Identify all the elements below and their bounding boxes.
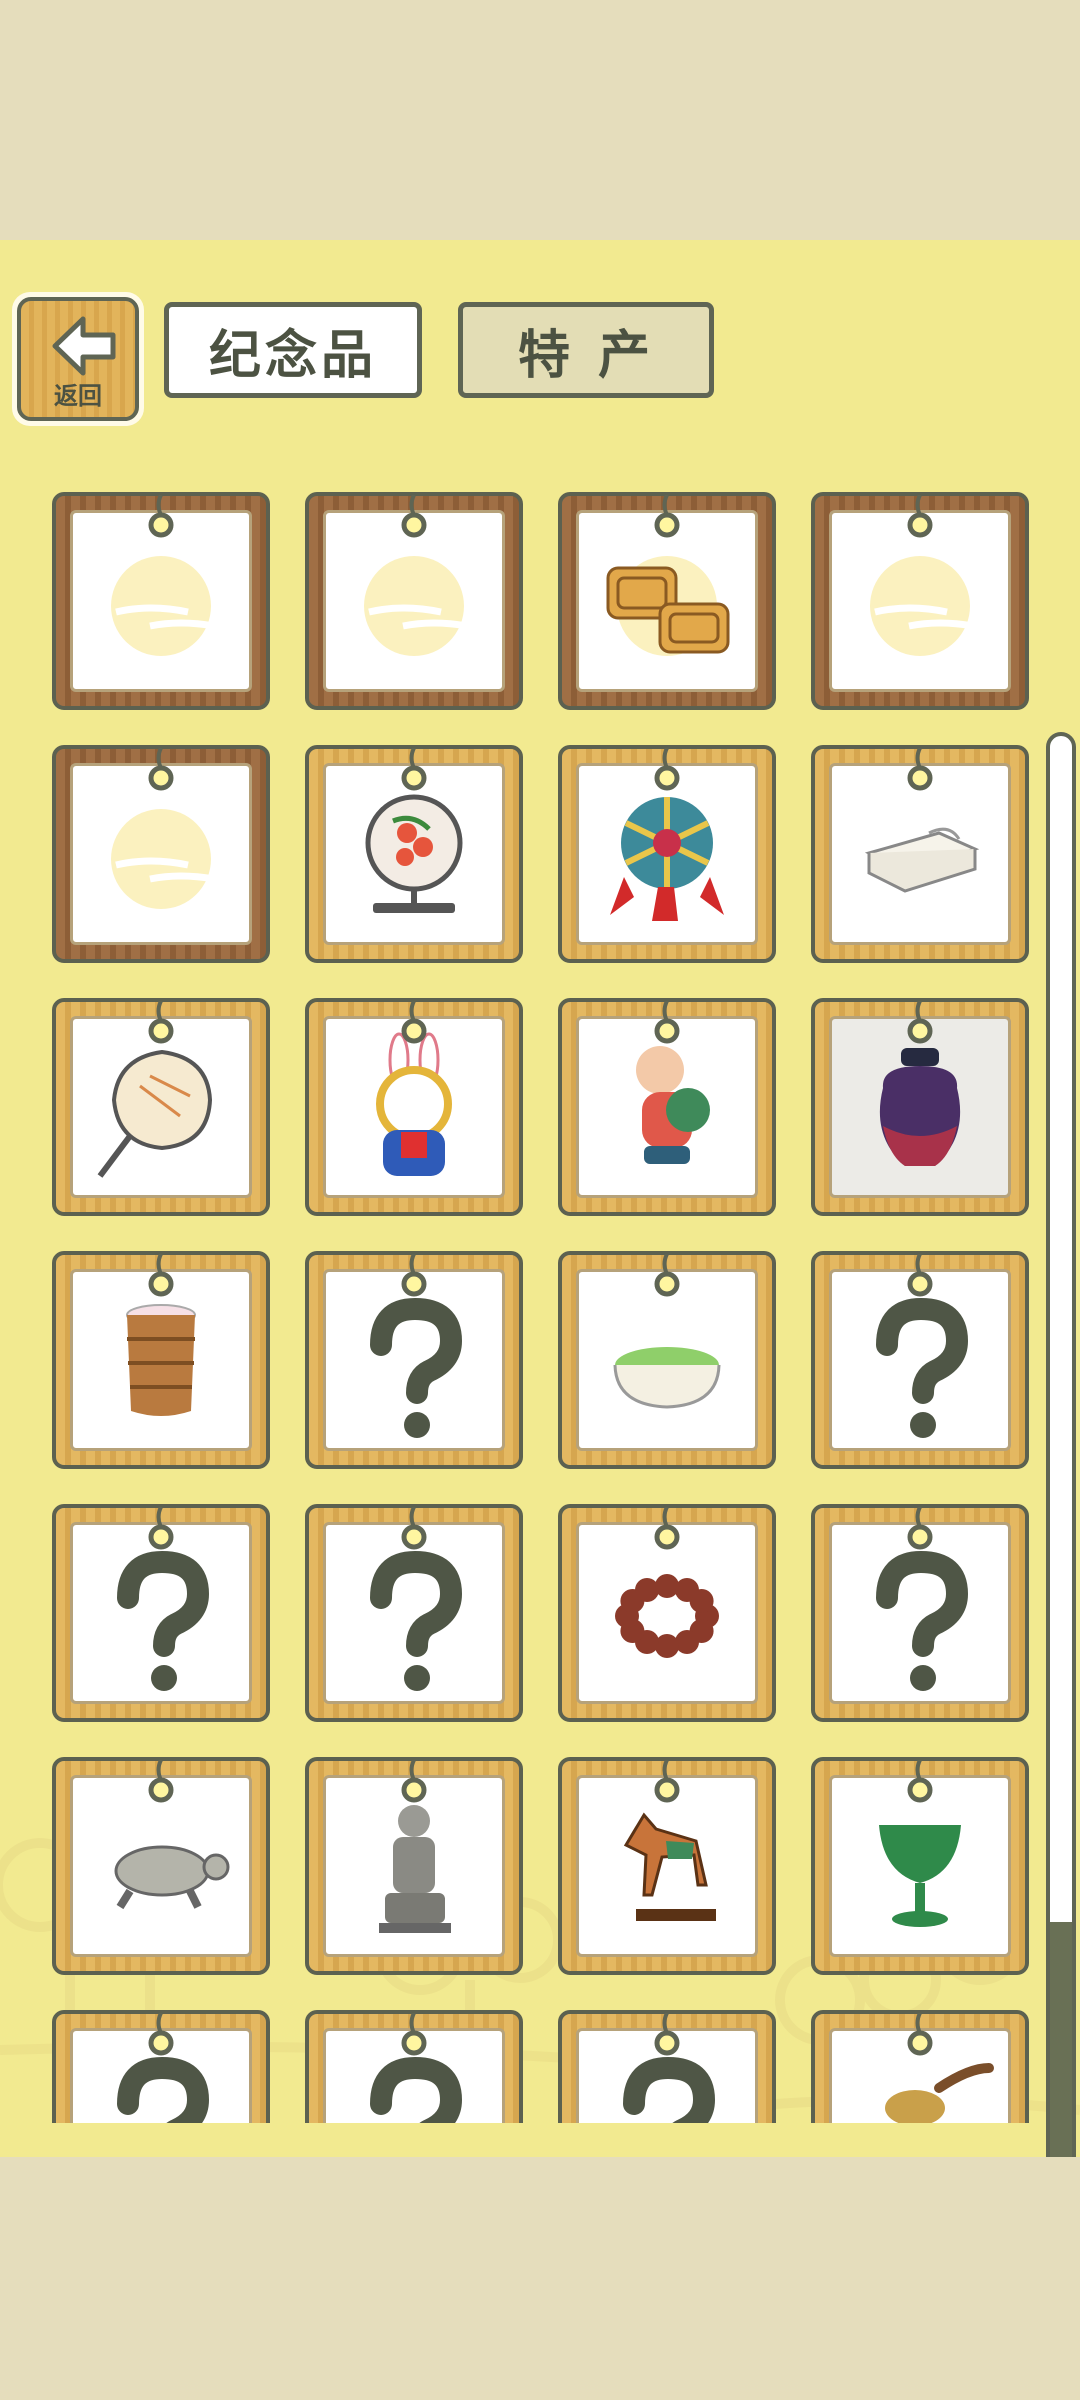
hanging-ring-icon [401,1507,427,1550]
moon-placeholder-icon [111,556,215,656]
item-card[interactable] [305,2010,523,2123]
prayer-beads-icon [615,1574,719,1658]
scrollbar[interactable] [1046,732,1076,2157]
tang-horse-icon [623,1812,716,1921]
item-card[interactable] [558,998,776,1216]
hanging-ring-icon [907,748,933,791]
hanging-ring-icon [654,1254,680,1297]
item-card[interactable] [52,2010,270,2123]
item-card[interactable] [305,1504,523,1722]
stone-turtle-icon [114,1845,230,1910]
hanging-ring-icon [148,1001,174,1044]
hanging-ring-icon [654,1001,680,1044]
mooncake-icon [606,556,730,656]
hanging-ring-icon [401,2013,427,2056]
scrollbar-thumb[interactable] [1050,1922,1072,2157]
jade-cup-icon [879,1825,961,1927]
hanging-ring-icon [907,2013,933,2056]
item-card[interactable] [558,1757,776,1975]
hanging-ring-icon [907,1254,933,1297]
hanging-ring-icon [401,495,427,538]
item-card[interactable] [305,492,523,710]
item-card[interactable] [52,1504,270,1722]
question-mark-icon [876,1297,969,1438]
hanging-ring-icon [654,495,680,538]
hanging-ring-icon [148,748,174,791]
hanging-ring-icon [907,495,933,538]
item-card[interactable] [558,492,776,710]
matcha-powder-icon [613,1347,721,1409]
item-card[interactable] [52,492,270,710]
item-card[interactable] [558,745,776,963]
item-card[interactable] [811,745,1029,963]
item-card[interactable] [811,1504,1029,1722]
item-card[interactable] [52,998,270,1216]
question-mark-icon [370,1297,463,1438]
moon-placeholder-icon [870,556,974,656]
hanging-ring-icon [401,1254,427,1297]
item-card[interactable] [305,1251,523,1469]
question-mark-icon [876,1550,969,1691]
moon-placeholder-icon [364,556,468,656]
item-card[interactable] [558,1504,776,1722]
item-card[interactable] [811,2010,1029,2123]
item-card[interactable] [558,1251,776,1469]
bamboo-cup-icon [126,1304,196,1416]
game-screen: 返回 纪念品 特产 [0,240,1080,2157]
terracotta-warrior-icon [379,1805,451,1933]
item-card[interactable] [811,492,1029,710]
question-mark-icon [370,1550,463,1691]
question-mark-icon [117,1550,210,1691]
moon-placeholder-icon [111,809,215,909]
embroidery-screen-icon [365,794,463,913]
hanging-ring-icon [401,748,427,791]
item-card[interactable] [52,745,270,963]
item-card[interactable] [811,998,1029,1216]
clay-doll-icon [636,1046,710,1164]
item-card[interactable] [305,1757,523,1975]
item-card[interactable] [52,1251,270,1469]
hanging-ring-icon [148,1507,174,1550]
item-grid [0,240,1060,2123]
hanging-ring-icon [148,2013,174,2056]
hanging-ring-icon [401,1760,427,1803]
item-card[interactable] [52,1757,270,1975]
item-card[interactable] [811,1251,1029,1469]
hanging-ring-icon [401,1001,427,1044]
hanging-ring-icon [148,1760,174,1803]
hanging-ring-icon [654,2013,680,2056]
item-card[interactable] [558,2010,776,2123]
hanging-ring-icon [148,1254,174,1297]
folded-cloth-icon [864,827,980,893]
round-fan-icon [97,1049,213,1178]
hanging-ring-icon [148,495,174,538]
hanging-ring-icon [907,1760,933,1803]
item-card[interactable] [305,998,523,1216]
glazed-jar-icon [879,1048,961,1166]
rabbit-figurine-icon [376,1032,452,1176]
embroidered-ball-icon [610,797,724,921]
hanging-ring-icon [654,1760,680,1803]
item-card[interactable] [305,745,523,963]
hanging-ring-icon [654,748,680,791]
hanging-ring-icon [907,1507,933,1550]
hanging-ring-icon [907,1001,933,1044]
hanging-ring-icon [654,1507,680,1550]
item-card[interactable] [811,1757,1029,1975]
